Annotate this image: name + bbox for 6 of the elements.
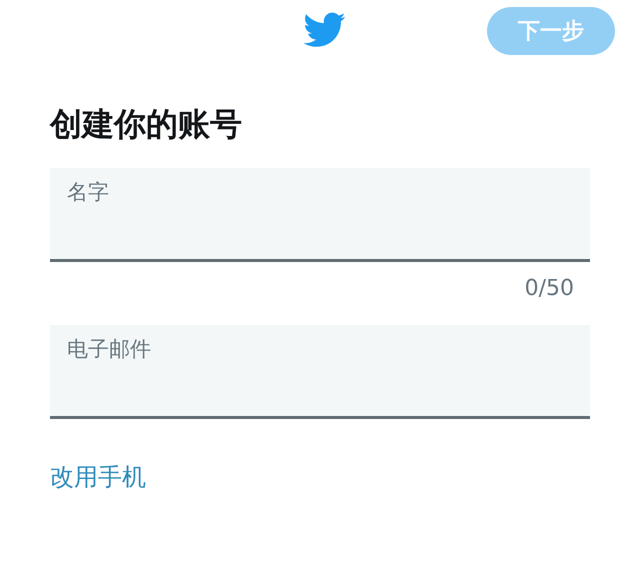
input-field[interactable]: 电子邮件: [50, 325, 590, 419]
use-phone-link[interactable]: 改用手机: [50, 459, 146, 495]
character-counter: 0/50: [524, 275, 574, 303]
page-title: 创建你的账号: [50, 104, 243, 145]
bird-icon: [304, 12, 346, 48]
input-field[interactable]: 名字: [50, 168, 590, 262]
